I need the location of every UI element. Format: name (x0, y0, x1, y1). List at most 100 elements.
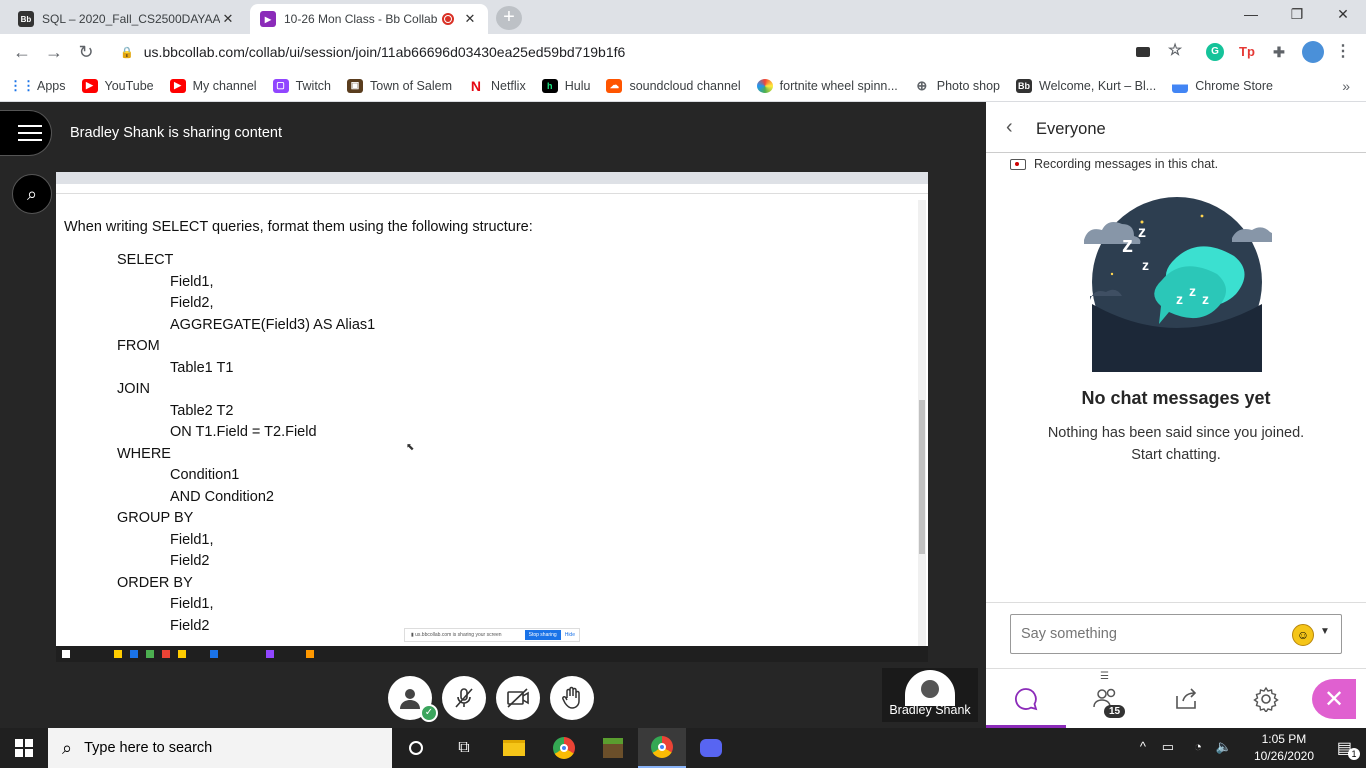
chrome-active-icon[interactable] (638, 728, 686, 768)
raise-hand-button[interactable] (550, 676, 594, 720)
address-bar[interactable]: 🔒 us.bbcollab.com/collab/ui/session/join… (108, 38, 1200, 66)
mouse-cursor: ⬉ (406, 442, 415, 453)
bookmark-label: Apps (37, 78, 66, 93)
bookmark-chrome-store[interactable]: Chrome Store (1172, 78, 1273, 93)
new-tab-button[interactable]: + (496, 6, 522, 30)
camera-toggle[interactable] (496, 676, 540, 720)
bookmark-label: Twitch (295, 78, 331, 93)
shared-document: When writing SELECT queries, format them… (56, 212, 918, 642)
close-panel-button[interactable]: ✕ (1312, 679, 1356, 719)
chat-panel: ‹ Everyone Recording messages in this ch… (986, 102, 1366, 728)
minimize-button[interactable]: — (1228, 6, 1274, 22)
task-view-icon[interactable]: ⧉ (440, 728, 488, 768)
wifi-icon[interactable]: ◔ (1194, 739, 1202, 754)
tab-collab-session[interactable]: ▶ 10-26 Mon Class - Bb Collab ✕ (250, 4, 488, 34)
star-icon[interactable]: ☆ (1166, 43, 1184, 61)
blackboard-icon: Bb (18, 11, 34, 27)
profile-avatar[interactable] (1302, 41, 1324, 63)
chat-title: Everyone (1036, 120, 1106, 138)
captions-icon[interactable]: ⌕ (12, 174, 52, 214)
bookmark-label: Hulu (564, 78, 591, 93)
doc-intro: When writing SELECT queries, format them… (64, 219, 533, 235)
clock[interactable]: 1:05 PM 10/26/2020 (1254, 731, 1314, 765)
cortana-icon[interactable] (392, 728, 440, 768)
hand-icon (562, 686, 580, 709)
bookmark-welcome-kurt[interactable]: Bb Welcome, Kurt – Bl... (1016, 78, 1157, 93)
bookmark-netflix[interactable]: N Netflix (468, 77, 526, 94)
session-menu-button[interactable] (0, 110, 52, 156)
sql-clause-item: Table1 T1 (170, 359, 234, 376)
bookmark-town-of-salem[interactable]: ▣ Town of Salem (347, 78, 452, 93)
bookmark-label: YouTube (104, 78, 154, 93)
bookmark-apps[interactable]: ⋮⋮ Apps (9, 78, 66, 93)
taskbar-search[interactable]: ⌕ Type here to search (48, 728, 392, 768)
grammarly-icon[interactable]: G (1206, 43, 1224, 61)
restore-button[interactable]: ❐ (1274, 6, 1320, 23)
share-content-tab-button[interactable] (1166, 681, 1206, 717)
wheel-icon (756, 78, 773, 93)
kebab-menu-icon[interactable]: ⋮ (1334, 43, 1352, 61)
bookmark-my-channel[interactable]: ▶ My channel (169, 78, 257, 93)
emoji-picker-icon[interactable]: ☺ (1292, 624, 1314, 646)
start-button[interactable] (0, 728, 48, 768)
netflix-icon: N (470, 77, 482, 94)
window-close-button[interactable]: ✕ (1320, 6, 1366, 23)
discord-icon[interactable] (687, 728, 735, 768)
user-avatar-icon (400, 689, 420, 709)
minecraft-icon[interactable] (589, 728, 637, 768)
sql-clause-item: Field1, (170, 531, 214, 548)
chevron-up-icon[interactable]: ^ (1140, 739, 1146, 754)
sql-clause-item: AND Condition2 (170, 488, 274, 505)
microphone-toggle[interactable] (442, 676, 486, 720)
battery-icon[interactable]: ▭ (1162, 739, 1174, 755)
bookmark-soundcloud[interactable]: ☁ soundcloud channel (606, 78, 741, 93)
recording-icon (442, 13, 454, 25)
caret-down-icon[interactable]: ▼ (1320, 626, 1330, 637)
youtube-icon: ▶ (169, 78, 186, 93)
sql-keyword: WHERE (117, 445, 171, 462)
back-button[interactable]: ← (10, 42, 34, 63)
bookmark-fortnite-wheel[interactable]: fortnite wheel spinn... (756, 78, 898, 93)
close-icon[interactable]: ✕ (220, 11, 236, 27)
recording-notice-text: Recording messages in this chat. (1034, 157, 1219, 171)
forward-button[interactable]: → (42, 42, 66, 63)
chrome-store-icon (1172, 78, 1189, 93)
bookmark-twitch[interactable]: ▢ Twitch (272, 78, 331, 93)
sql-keyword: SELECT (117, 252, 174, 268)
bookmark-hulu[interactable]: h Hulu (541, 78, 591, 93)
chat-bubble-icon (1015, 688, 1038, 711)
bookmark-label: fortnite wheel spinn... (779, 78, 898, 93)
bookmark-label: Chrome Store (1195, 78, 1273, 93)
url-text: us.bbcollab.com/collab/ui/session/join/1… (143, 44, 626, 60)
chrome-icon[interactable] (540, 728, 588, 768)
tp-extension-icon[interactable]: Tp (1238, 43, 1256, 61)
empty-chat-subtitle: Start chatting. (1131, 447, 1221, 463)
collab-panel-nav: 15 ☰ ✕ (986, 668, 1366, 729)
more-bookmarks-icon[interactable]: » (1342, 78, 1350, 94)
close-icon[interactable]: ✕ (462, 11, 478, 27)
reload-button[interactable]: ↻ (74, 42, 98, 63)
chevron-left-icon[interactable]: ‹ (1006, 116, 1013, 139)
chat-tab-button[interactable] (1006, 681, 1046, 717)
settings-tab-button[interactable] (1246, 681, 1286, 717)
tab-sql-course[interactable]: Bb SQL – 2020_Fall_CS2500DAYAA D ✕ (8, 4, 246, 34)
search-icon: ⌕ (62, 737, 73, 758)
bookmark-label: Welcome, Kurt – Bl... (1039, 78, 1157, 93)
sql-clause-item: Condition1 (170, 467, 240, 483)
bookmark-youtube[interactable]: ▶ YouTube (81, 78, 154, 93)
clock-date: 10/26/2020 (1253, 749, 1314, 763)
volume-icon[interactable]: 🔈 (1216, 739, 1232, 755)
sql-clause-item: AGGREGATE(Field3) AS Alias1 (170, 316, 376, 333)
sql-clause-item: Field2, (170, 295, 214, 311)
file-explorer-icon[interactable] (490, 728, 538, 768)
blackboard-icon: Bb (1016, 78, 1033, 93)
sql-clause-item: Table2 T2 (170, 402, 234, 419)
bookmark-photo-shop[interactable]: ⊕ Photo shop (914, 78, 1000, 93)
empty-chat-subtitle: Nothing has been said since you joined. (1047, 425, 1305, 441)
sharing-status: Bradley Shank is sharing content (70, 125, 282, 141)
camera-off-icon (507, 688, 529, 708)
camera-icon[interactable] (1136, 47, 1150, 57)
extensions-icon[interactable]: ✚ (1270, 43, 1288, 61)
sql-keyword: GROUP BY (117, 510, 194, 526)
svg-text:z: z (1202, 291, 1209, 307)
